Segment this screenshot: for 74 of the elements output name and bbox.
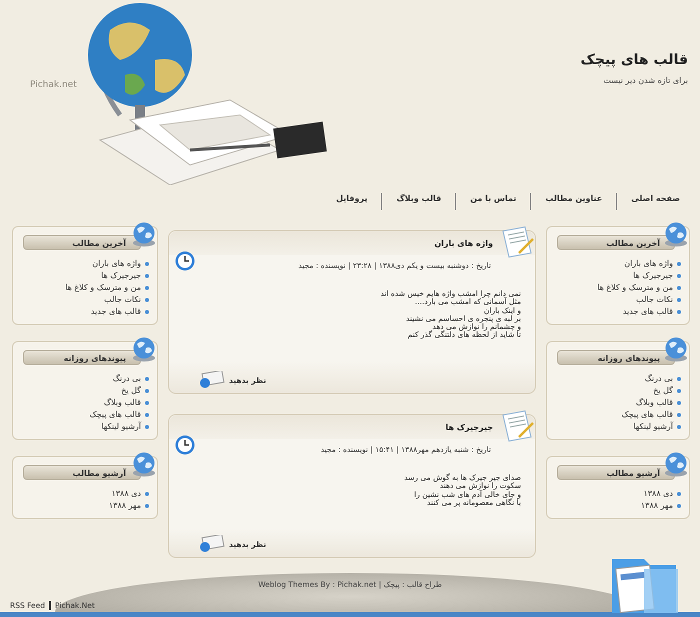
bullet-icon (145, 310, 149, 314)
sidebar-link[interactable]: قالب وبلاگ (104, 397, 141, 409)
nav-link[interactable]: تماس با من (456, 193, 532, 210)
bullet-icon (145, 504, 149, 508)
sidebar-link[interactable]: جیرجیرک ها (633, 270, 673, 282)
sidebar-link[interactable]: واژه های باران (624, 258, 673, 270)
sidebar-link[interactable]: واژه های باران (92, 258, 141, 270)
sidebar-link[interactable]: گل یخ (653, 385, 673, 397)
bullet-icon (145, 492, 149, 496)
bullet-icon (677, 286, 681, 290)
bullet-icon (145, 425, 149, 429)
globe-icon (131, 221, 157, 247)
post-title[interactable]: واژه های باران (434, 238, 493, 248)
bullet-icon (677, 401, 681, 405)
widget-title: آرشیو مطالب (557, 465, 675, 480)
clock-icon (175, 251, 195, 271)
sidebar-link[interactable]: مهر ۱۳۸۸ (108, 500, 141, 512)
widget-title: آخرین مطالب (557, 235, 675, 250)
sidebar-link[interactable]: نکات جالب (104, 294, 141, 306)
sidebar-link[interactable]: گل یخ (121, 385, 141, 397)
envelope-icon (197, 371, 225, 389)
blog-tagline: برای تازه شدن دیر نیست (602, 76, 688, 85)
clock-icon (175, 435, 195, 455)
nav-link[interactable]: پروفایل (322, 193, 382, 210)
bullet-icon (677, 492, 681, 496)
globe-icon (131, 336, 157, 362)
nav-link[interactable]: صفحه اصلی (617, 193, 680, 210)
bullet-icon (677, 425, 681, 429)
globe-icon (663, 221, 689, 247)
bullet-icon (677, 298, 681, 302)
sidebar-link[interactable]: دی ۱۳۸۸ (643, 488, 673, 500)
widget-title: آخرین مطالب (23, 235, 141, 250)
sidebar-link[interactable]: قالب وبلاگ (636, 397, 673, 409)
bullet-icon (677, 262, 681, 266)
bullet-icon (145, 389, 149, 393)
bullet-icon (145, 274, 149, 278)
nav-link[interactable]: قالب وبلاگ (382, 193, 456, 210)
globe-icon (663, 451, 689, 477)
bullet-icon (677, 310, 681, 314)
sidebar-link[interactable]: دی ۱۳۸۸ (111, 488, 141, 500)
sidebar-link[interactable]: آرشیو لینکها (633, 421, 673, 433)
widget-title: آرشیو مطالب (23, 465, 141, 480)
bullet-icon (677, 504, 681, 508)
bullet-icon (145, 413, 149, 417)
sidebar-link[interactable]: قالب های جدید (622, 306, 673, 318)
sidebar-link[interactable]: من و مترسک و کلاغ ها (65, 282, 141, 294)
sidebar-link[interactable]: بی درنگ (112, 373, 141, 385)
bullet-icon (145, 377, 149, 381)
sidebar-link[interactable]: آرشیو لینکها (101, 421, 141, 433)
sidebar-link[interactable]: بی درنگ (644, 373, 673, 385)
sidebar-link[interactable]: نکات جالب (636, 294, 673, 306)
bullet-icon (677, 413, 681, 417)
globe-icon (131, 451, 157, 477)
bullet-icon (145, 401, 149, 405)
sidebar-link[interactable]: قالب های پیچک (89, 409, 141, 421)
sidebar-link[interactable]: جیرجیرک ها (101, 270, 141, 282)
sidebar-link[interactable]: مهر ۱۳۸۸ (640, 500, 673, 512)
widget-title: پیوندهای روزانه (23, 350, 141, 365)
nav-link[interactable]: عناوین مطالب (531, 193, 618, 210)
globe-icon (663, 336, 689, 362)
logo-text: Pichak.net (30, 80, 77, 90)
blog-title: قالب های پیچک (580, 52, 688, 68)
widget-title: پیوندهای روزانه (557, 350, 675, 365)
bullet-icon (145, 262, 149, 266)
bullet-icon (677, 377, 681, 381)
post-title[interactable]: جیرجیرک ها (445, 422, 493, 432)
bullet-icon (145, 286, 149, 290)
bullet-icon (145, 298, 149, 302)
bullet-icon (677, 389, 681, 393)
sidebar-link[interactable]: قالب های پیچک (621, 409, 673, 421)
sidebar-link[interactable]: قالب های جدید (90, 306, 141, 318)
sidebar-link[interactable]: من و مترسک و کلاغ ها (597, 282, 673, 294)
envelope-icon (197, 535, 225, 553)
bullet-icon (677, 274, 681, 278)
